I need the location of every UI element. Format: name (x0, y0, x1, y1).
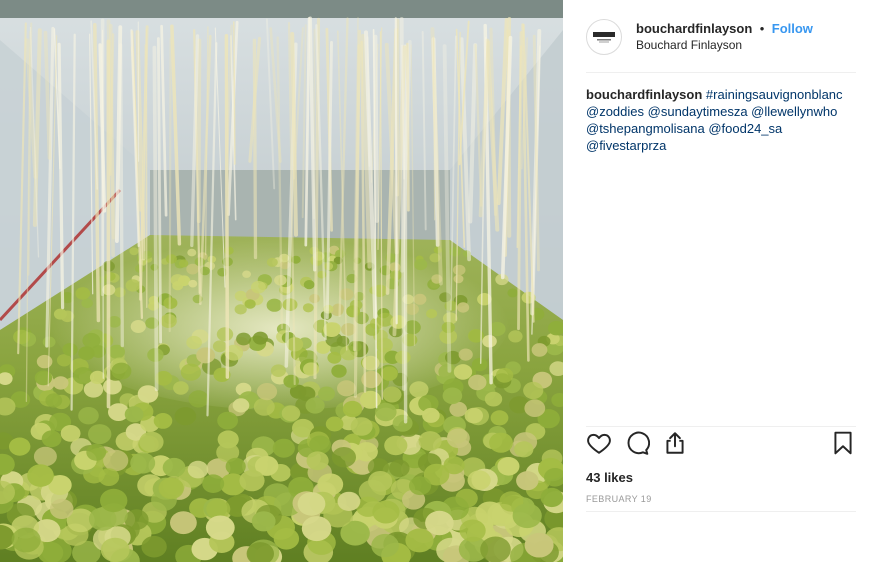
header-username[interactable]: bouchardfinlayson (636, 21, 752, 36)
heart-icon[interactable] (586, 430, 612, 456)
mention-link[interactable]: @tshepangmolisana (586, 121, 705, 136)
mention-link[interactable]: @llewellynwho (751, 104, 837, 119)
share-icon[interactable] (662, 430, 688, 456)
divider (586, 511, 856, 512)
caption: bouchardfinlayson #rainingsauvignonblanc… (586, 86, 848, 154)
mention-link[interactable]: @food24_sa (708, 121, 782, 136)
post-header: bouchardfinlayson • Follow Bouchard Finl… (586, 16, 856, 58)
mention-link[interactable]: @sundaytimesza (648, 104, 748, 119)
hashtag-link[interactable]: #rainingsauvignonblanc (706, 87, 843, 102)
post-date[interactable]: FEBRUARY 19 (586, 494, 652, 504)
mention-link[interactable]: @zoddies (586, 104, 644, 119)
comment-icon[interactable] (624, 430, 650, 456)
post-photo[interactable] (0, 0, 563, 562)
action-bar (586, 430, 856, 456)
likes-count[interactable]: 43 likes (586, 470, 633, 485)
post-sidebar: bouchardfinlayson • Follow Bouchard Finl… (564, 0, 878, 562)
bookmark-icon[interactable] (830, 430, 856, 456)
grapes-photo (0, 0, 563, 562)
location-link[interactable]: Bouchard Finlayson (636, 37, 813, 54)
header-text: bouchardfinlayson • Follow Bouchard Finl… (636, 20, 813, 54)
mention-link[interactable]: @fivestarprza (586, 138, 666, 153)
divider (586, 426, 856, 427)
brand-logo-icon (593, 32, 615, 43)
caption-username[interactable]: bouchardfinlayson (586, 87, 702, 102)
follow-button[interactable]: Follow (772, 21, 813, 36)
separator-dot: • (759, 21, 765, 36)
avatar[interactable] (586, 19, 622, 55)
divider (586, 72, 856, 73)
